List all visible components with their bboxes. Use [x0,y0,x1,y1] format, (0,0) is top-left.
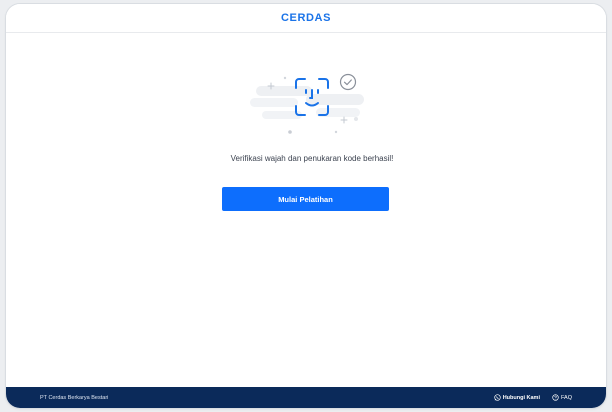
checkmark-icon [339,73,357,91]
face-verification-illustration [250,73,364,134]
app-frame: CERDAS Verifikasi wajah dan penukaran ko… [6,4,606,408]
start-training-button[interactable]: Mulai Pelatihan [222,187,389,211]
header: CERDAS [6,4,606,33]
footer-links: Hubungi Kami FAQ [494,394,572,401]
help-icon [552,394,559,401]
company-name: PT Cerdas Berkarya Bestari [40,394,109,401]
contact-us-link[interactable]: Hubungi Kami [494,394,540,401]
footer: PT Cerdas Berkarya Bestari Hubungi Kami … [6,387,606,408]
faq-label: FAQ [560,394,572,401]
contact-us-label: Hubungi Kami [502,394,540,401]
brand-logo[interactable]: CERDAS [281,12,331,24]
faq-link[interactable]: FAQ [552,394,572,401]
verification-success-message: Verifikasi wajah dan penukaran kode berh… [230,154,394,163]
whatsapp-icon [494,394,501,401]
